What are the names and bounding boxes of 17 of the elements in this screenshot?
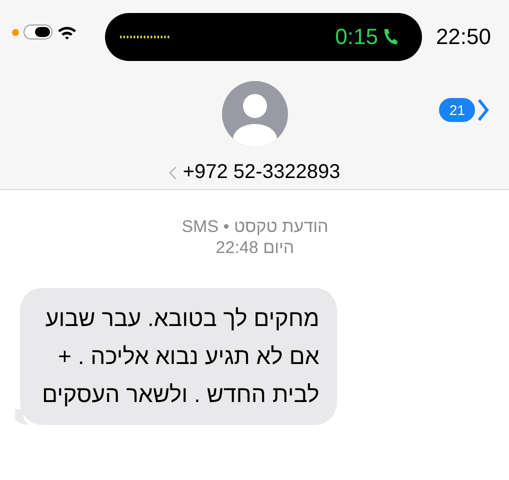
call-indicator[interactable]: 0:15 [105,13,422,61]
avatar-icon[interactable] [222,81,288,147]
chevron-left-icon [168,166,177,180]
service-label: הודעת טקסט • SMS [182,216,328,237]
clock: 22:50 [436,24,491,50]
toggle-icon [23,24,53,40]
unread-badge[interactable]: 21 [439,98,475,122]
message-line: אם לא תגיע נבוא אליכה . + [57,342,320,371]
call-timer: 0:15 [335,24,378,50]
waveform-icon [119,35,171,39]
privacy-dot-icon [12,28,19,36]
message-line: מחקים לך בטובא. עבר שבוע [44,304,320,333]
chevron-right-icon[interactable] [477,98,489,122]
wifi-icon [57,24,77,40]
message-line: לבית החדש . ולשאר העסקים [42,380,320,409]
timestamp: היום 22:48 [216,237,294,258]
phone-icon [382,28,398,46]
